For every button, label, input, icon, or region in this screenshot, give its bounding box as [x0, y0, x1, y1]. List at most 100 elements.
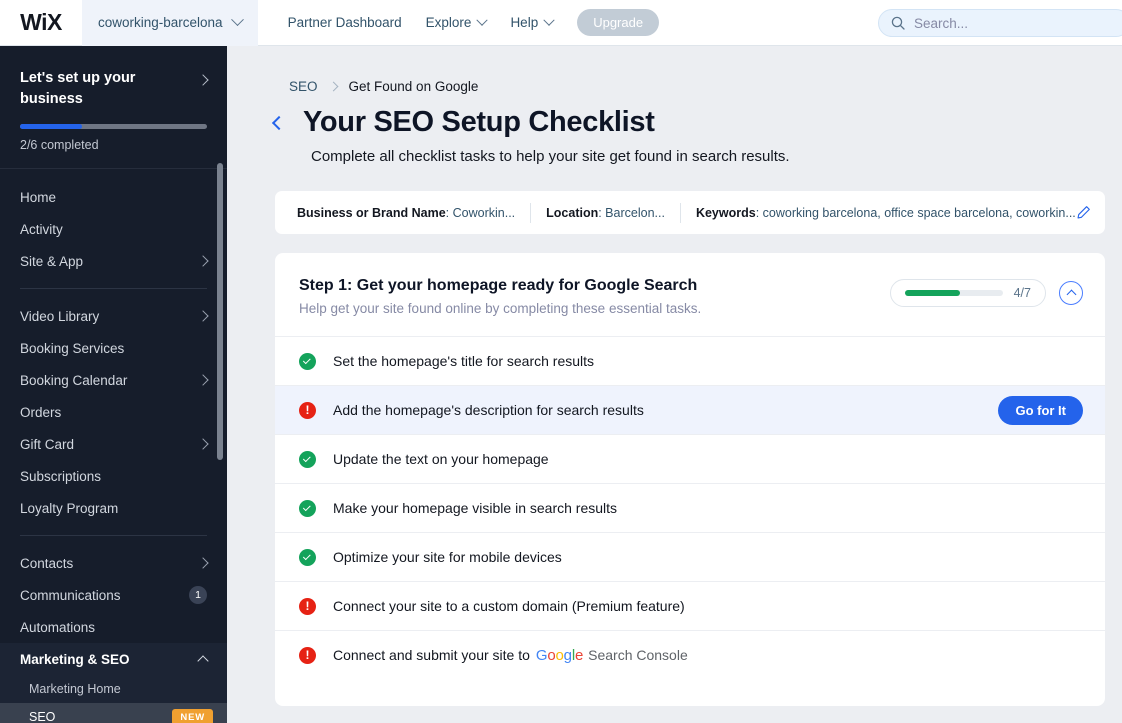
sidebar-item-site-app[interactable]: Site & App	[0, 245, 227, 277]
setup-progress-fill	[20, 124, 82, 130]
step-progress-count: 4/7	[1013, 286, 1031, 300]
alert-circle-icon	[299, 597, 316, 615]
task-row[interactable]: Make your homepage visible in search res…	[275, 483, 1105, 532]
sidebar: Let's set up your business 2/6 completed…	[0, 46, 227, 723]
info-location-value: : Barcelon...	[598, 205, 665, 220]
sidebar-item-label: Gift Card	[20, 436, 75, 452]
nav-divider	[20, 288, 207, 290]
sidebar-item-subscriptions[interactable]: Subscriptions	[0, 460, 227, 492]
sidebar-item-orders[interactable]: Orders	[0, 396, 227, 428]
chevron-right-icon	[328, 81, 338, 92]
task-row[interactable]: Optimize your site for mobile devices	[275, 532, 1105, 581]
task-row[interactable]: Connect and submit your site to GoogleSea…	[275, 630, 1105, 679]
site-selector[interactable]: coworking-barcelona	[82, 0, 258, 46]
sidebar-item-marketing-seo[interactable]: Marketing & SEO	[0, 643, 227, 675]
nav-label: Help	[510, 15, 539, 30]
task-row[interactable]: Add the homepage's description for searc…	[275, 385, 1105, 434]
chevron-right-icon	[197, 438, 209, 450]
sidebar-item-activity[interactable]: Activity	[0, 213, 227, 245]
info-keywords: Keywords : coworking barcelona, office s…	[696, 206, 1076, 220]
back-arrow-icon[interactable]	[271, 115, 287, 130]
chevron-down-icon	[543, 14, 555, 26]
check-circle-icon	[299, 499, 316, 517]
chevron-right-icon	[197, 255, 209, 267]
nav-label: Explore	[425, 15, 472, 30]
step-title: Step 1: Get your homepage ready for Goog…	[299, 277, 698, 294]
go-for-it-button[interactable]: Go for It	[998, 395, 1083, 425]
setup-card-title: Let's set up your business	[20, 70, 136, 107]
sidebar-subitem-label: Marketing Home	[29, 682, 121, 697]
step-card-header: Step 1: Get your homepage ready for Goog…	[275, 253, 1105, 336]
sidebar-item-label: Booking Calendar	[20, 372, 128, 388]
sidebar-subitem-seo[interactable]: SEO NEW	[0, 703, 227, 723]
sidebar-item-booking-services[interactable]: Booking Services	[0, 332, 227, 364]
task-text: Set the homepage's title for search resu…	[333, 353, 595, 369]
nav-divider	[20, 535, 207, 537]
sidebar-item-loyalty-program[interactable]: Loyalty Program	[0, 492, 227, 524]
sidebar-item-video-library[interactable]: Video Library	[0, 300, 227, 332]
breadcrumb-seo[interactable]: SEO	[289, 79, 318, 94]
sidebar-item-label: Orders	[20, 404, 62, 420]
notification-badge: 1	[189, 586, 207, 605]
divider	[530, 202, 532, 223]
sidebar-item-label: Activity	[20, 221, 63, 237]
sidebar-subitem-label: SEO	[29, 710, 56, 723]
sidebar-item-label: Video Library	[20, 308, 100, 324]
page-title: Your SEO Setup Checklist	[303, 106, 655, 138]
sidebar-item-label: Booking Services	[20, 340, 125, 356]
step-1-card: Step 1: Get your homepage ready for Goog…	[275, 253, 1105, 706]
task-text: Connect and submit your site to	[333, 647, 530, 663]
search-box[interactable]	[878, 9, 1122, 37]
upgrade-button[interactable]: Upgrade	[577, 9, 660, 36]
task-label: Set the homepage's title for search resu…	[333, 353, 1083, 369]
setup-business-card[interactable]: Let's set up your business 2/6 completed	[0, 46, 227, 170]
nav-explore[interactable]: Explore	[425, 14, 489, 30]
sidebar-item-communications[interactable]: Communications 1	[0, 579, 227, 611]
check-circle-icon	[299, 450, 316, 468]
step-progress-area: 4/7	[889, 279, 1083, 307]
sidebar-item-home[interactable]: Home	[0, 181, 227, 213]
task-row[interactable]: Update the text on your homepage	[275, 434, 1105, 483]
sidebar-item-gift-card[interactable]: Gift Card	[0, 428, 227, 460]
edit-pencil-icon[interactable]	[1076, 205, 1091, 220]
breadcrumb-current: Get Found on Google	[348, 79, 479, 94]
chevron-right-icon	[197, 557, 209, 569]
info-location-label: Location	[546, 205, 599, 220]
nav-help[interactable]: Help	[510, 14, 555, 30]
nav-partner-dashboard[interactable]: Partner Dashboard	[288, 15, 402, 30]
sidebar-item-booking-calendar[interactable]: Booking Calendar	[0, 364, 227, 396]
chevron-right-icon[interactable]	[197, 74, 209, 86]
task-text: Make your homepage visible in search res…	[333, 500, 618, 516]
sidebar-scrollbar[interactable]	[217, 163, 223, 460]
task-list: Set the homepage's title for search resu…	[275, 336, 1105, 679]
task-row[interactable]: Connect your site to a custom domain (Pr…	[275, 581, 1105, 630]
step-progress-track	[904, 290, 1003, 296]
task-label: Update the text on your homepage	[333, 451, 1083, 467]
info-business-value: : Coworkin...	[445, 205, 516, 220]
sidebar-item-automations[interactable]: Automations	[0, 611, 227, 643]
new-badge: NEW	[172, 708, 213, 723]
task-row[interactable]: Set the homepage's title for search resu…	[275, 336, 1105, 385]
task-label: Make your homepage visible in search res…	[333, 500, 1083, 516]
google-logo-icon: Google	[535, 646, 584, 664]
top-nav: Partner Dashboard Explore Help Upgrade	[288, 9, 660, 36]
search-input[interactable]	[914, 15, 1117, 31]
task-label: Connect your site to a custom domain (Pr…	[333, 598, 1083, 614]
collapse-step-button[interactable]	[1059, 281, 1083, 305]
chevron-down-icon	[476, 14, 489, 26]
setup-progress-label: 2/6 completed	[20, 138, 99, 153]
info-business-label: Business or Brand Name	[297, 205, 446, 220]
search-console-text: Search Console	[588, 647, 688, 663]
sidebar-item-label: Marketing & SEO	[20, 651, 130, 667]
task-label: Connect and submit your site to Google Sea…	[333, 647, 1083, 664]
alert-circle-icon	[299, 401, 316, 419]
chevron-right-icon	[197, 310, 209, 322]
wix-logo[interactable]: WiX	[0, 9, 82, 36]
step-subtitle: Help get your site found online by compl…	[299, 301, 702, 316]
sidebar-nav: Home Activity Site & App Video Library Booki…	[0, 169, 227, 723]
task-text: Add the homepage's description for searc…	[333, 402, 644, 418]
sidebar-subitem-marketing-home[interactable]: Marketing Home	[0, 675, 227, 703]
sidebar-item-contacts[interactable]: Contacts	[0, 547, 227, 579]
sidebar-item-label: Automations	[20, 619, 96, 635]
step-progress-pill: 4/7	[889, 279, 1046, 307]
